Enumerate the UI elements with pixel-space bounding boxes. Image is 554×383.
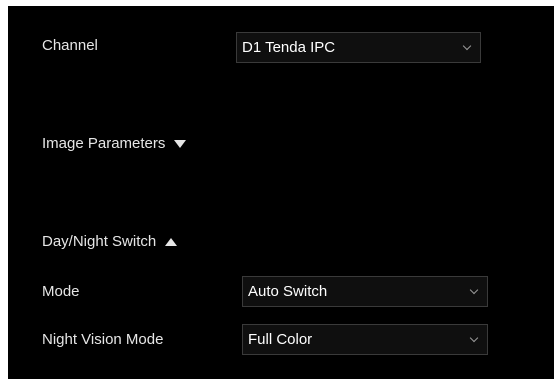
caret-up-icon xyxy=(165,238,178,246)
channel-label: Channel xyxy=(42,37,98,54)
channel-select-value: D1 Tenda IPC xyxy=(242,39,336,56)
chevron-down-icon xyxy=(462,41,472,50)
caret-down-icon xyxy=(174,140,187,148)
night-vision-mode-select[interactable]: Full Color xyxy=(242,324,488,355)
channel-select[interactable]: D1 Tenda IPC xyxy=(236,32,481,63)
image-parameters-toggle[interactable]: Image Parameters xyxy=(42,135,187,153)
chevron-down-icon xyxy=(469,333,479,342)
night-vision-mode-select-value: Full Color xyxy=(248,331,313,348)
chevron-down-icon xyxy=(469,285,479,294)
mode-select-value: Auto Switch xyxy=(248,283,328,300)
mode-label: Mode xyxy=(42,283,80,300)
day-night-switch-toggle[interactable]: Day/Night Switch xyxy=(42,233,178,251)
image-parameters-label: Image Parameters xyxy=(42,135,166,152)
settings-panel: Channel D1 Tenda IPC Image Parameters Da… xyxy=(8,6,554,379)
night-vision-mode-label: Night Vision Mode xyxy=(42,331,164,348)
mode-select[interactable]: Auto Switch xyxy=(242,276,488,307)
day-night-switch-label: Day/Night Switch xyxy=(42,233,157,250)
